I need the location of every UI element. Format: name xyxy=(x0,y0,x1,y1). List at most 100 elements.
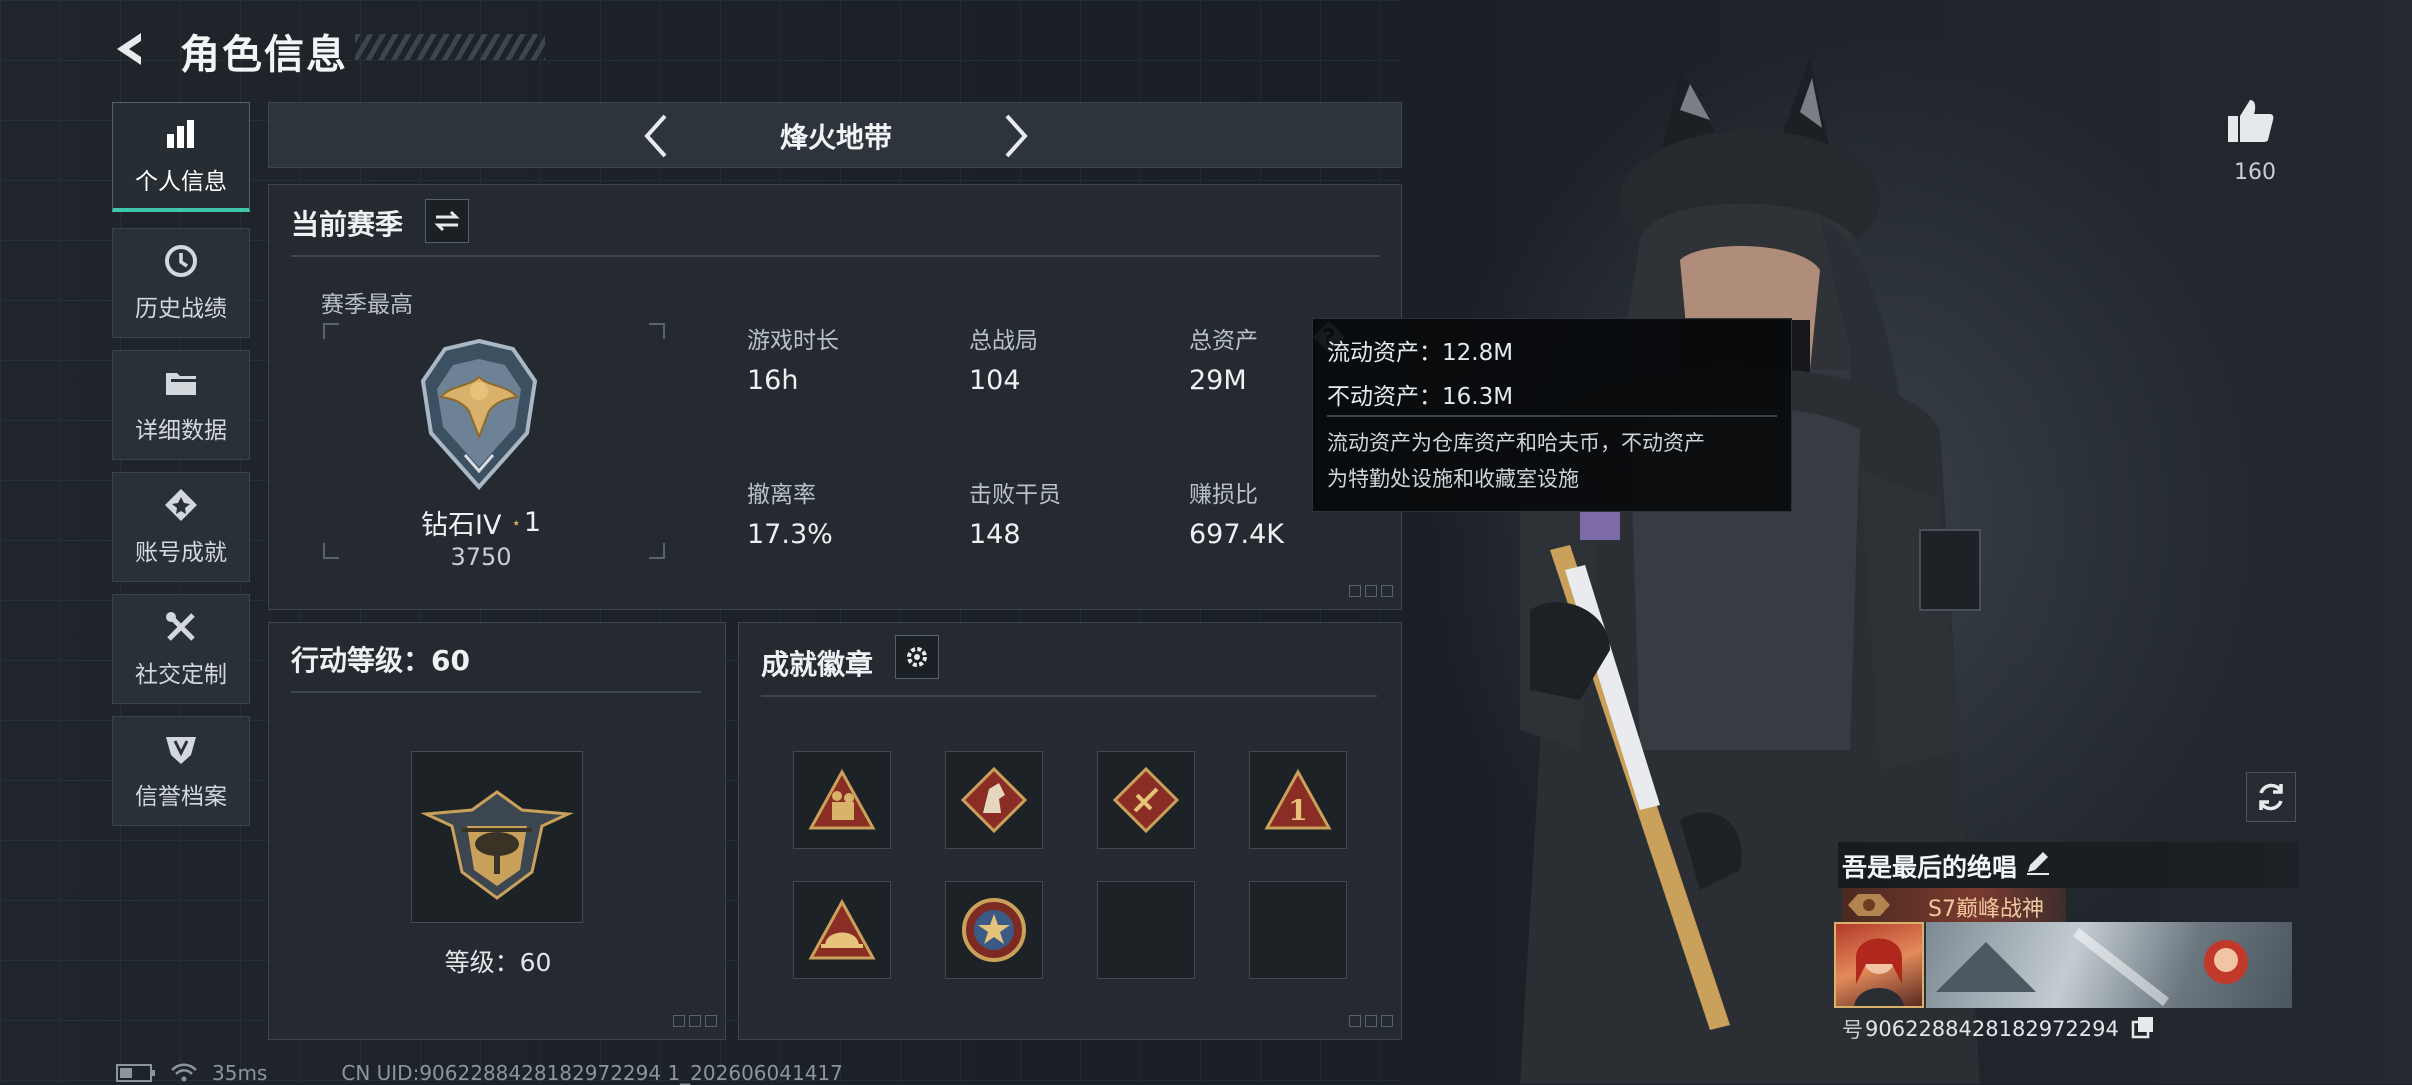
soldiers-badge-icon xyxy=(808,768,876,830)
chevron-left-icon xyxy=(644,114,667,158)
achievement-badge[interactable] xyxy=(793,751,891,849)
achievement-slot-empty[interactable] xyxy=(1097,881,1195,979)
player-name: 吾是最后的绝唱 xyxy=(1842,853,2018,882)
achievement-badge[interactable] xyxy=(1097,751,1195,849)
sidebar-item-label: 信誉档案 xyxy=(135,784,227,810)
stat-label-profit-ratio: 赚损比 xyxy=(1189,482,1258,508)
achievements-panel: 成就徽章 1 xyxy=(738,622,1402,1040)
sidebar-item-reputation[interactable]: 信誉档案 xyxy=(112,716,250,826)
page-title: 角色信息 xyxy=(180,32,348,78)
stat-value-extraction-rate: 17.3% xyxy=(747,519,833,550)
refresh-icon xyxy=(2259,783,2283,811)
thumbs-up-icon xyxy=(2228,100,2274,142)
divider xyxy=(761,695,1377,697)
sword-badge-icon xyxy=(1112,766,1180,834)
shield-icon xyxy=(166,737,196,764)
achievements-settings-button[interactable] xyxy=(895,635,939,679)
edit-name-button[interactable] xyxy=(2024,848,2056,880)
divider xyxy=(1327,415,1777,417)
status-bar: 35ms CN UID:9062288428182972294 1_202606… xyxy=(116,1061,843,1085)
helmet-badge-icon xyxy=(808,898,876,960)
rank-name: 钻石IV xyxy=(421,510,502,541)
rotate-button[interactable] xyxy=(2246,772,2296,822)
like-button[interactable] xyxy=(2226,98,2282,154)
sidebar-item-achievements[interactable]: 账号成就 xyxy=(112,472,250,582)
season-prev-button[interactable] xyxy=(631,111,681,161)
rank-points: 3750 xyxy=(450,543,512,571)
stat-value-operators-defeated: 148 xyxy=(969,519,1021,550)
current-season-title: 当前赛季 xyxy=(291,208,404,241)
star-icon xyxy=(513,519,520,526)
bar-chart-icon xyxy=(167,119,194,148)
sidebar-item-label: 历史战绩 xyxy=(135,296,227,322)
chevron-right-icon xyxy=(1005,114,1028,158)
achievement-badge[interactable] xyxy=(793,881,891,979)
sidebar-item-detail-data[interactable]: 详细数据 xyxy=(112,350,250,460)
pencil-icon xyxy=(2027,852,2049,875)
achievement-badge[interactable]: 1 xyxy=(1249,751,1347,849)
divider xyxy=(291,255,1379,257)
stat-value-total-assets: 29M xyxy=(1189,365,1247,396)
achievement-slot-empty[interactable] xyxy=(1249,881,1347,979)
copy-uid-button[interactable] xyxy=(2131,1015,2159,1043)
banner-image xyxy=(1926,922,2292,1008)
clock-icon xyxy=(165,245,197,277)
rank-emblem-icon xyxy=(420,338,538,491)
level-text: 等级：60 xyxy=(444,948,552,977)
season-best-label: 赛季最高 xyxy=(321,292,413,318)
rank-display: 钻石IV 1 xyxy=(421,503,541,542)
achievement-badge[interactable] xyxy=(945,881,1043,979)
stat-value-playtime: 16h xyxy=(747,365,799,396)
folder-icon xyxy=(166,373,196,395)
sidebar-item-label: 账号成就 xyxy=(135,540,227,566)
title-decoration xyxy=(355,34,545,60)
level-badge-frame xyxy=(411,751,583,923)
season-name: 烽火地带 xyxy=(779,121,892,154)
player-name-bar: 吾是最后的绝唱 xyxy=(1838,842,2298,888)
sidebar-item-label: 详细数据 xyxy=(135,418,227,444)
gear-icon xyxy=(907,647,927,667)
switch-button[interactable] xyxy=(425,199,469,243)
stat-label-operators-defeated: 击败干员 xyxy=(969,482,1061,508)
action-level-panel: 行动等级：60 等级：60 xyxy=(268,622,726,1040)
assets-tooltip: 流动资产：12.8M 不动资产：16.3M 流动资产为仓库资产和哈夫币，不动资产… xyxy=(1312,318,1792,512)
rank-stars: 1 xyxy=(523,507,541,538)
battery-icon xyxy=(116,1064,155,1082)
helicopter-badge-icon xyxy=(420,790,574,900)
title-badge-text: S7巅峰战神 xyxy=(1928,897,2044,922)
sidebar-item-label: 社交定制 xyxy=(135,662,227,688)
like-count: 160 xyxy=(2234,160,2276,185)
back-button[interactable] xyxy=(108,26,154,72)
back-arrow-icon xyxy=(117,33,141,65)
season-selector: 烽火地带 xyxy=(268,102,1402,168)
stat-label-extraction-rate: 撤离率 xyxy=(747,482,816,508)
stat-value-total-matches: 104 xyxy=(969,365,1021,396)
stat-label-total-assets: 总资产 xyxy=(1189,328,1258,354)
achievement-badge[interactable] xyxy=(945,751,1043,849)
avatar[interactable] xyxy=(1834,922,1924,1008)
card-banner xyxy=(1834,922,2292,1008)
tooltip-description-line2: 为特勤处设施和收藏室设施 xyxy=(1327,467,1579,491)
stat-value-profit-ratio: 697.4K xyxy=(1189,519,1285,550)
title-emblem-icon xyxy=(1848,894,1890,916)
frame-corner xyxy=(323,323,339,339)
sidebar-item-social[interactable]: 社交定制 xyxy=(112,594,250,704)
sidebar-item-label: 个人信息 xyxy=(135,168,227,195)
uid-row: 号 9062288428182972294 xyxy=(1842,1014,2159,1044)
sidebar-item-personal-info[interactable]: 个人信息 xyxy=(112,102,250,212)
swap-icon xyxy=(434,210,460,232)
ping-value: 35ms xyxy=(212,1061,268,1085)
horse-badge-icon xyxy=(960,766,1028,834)
sidebar-item-history[interactable]: 历史战绩 xyxy=(112,228,250,338)
tooltip-fixed-assets: 不动资产：16.3M xyxy=(1327,384,1514,410)
banner-art-icon xyxy=(1936,928,2248,1006)
uid-prefix: 号 xyxy=(1842,1018,1863,1042)
achievement-icon xyxy=(165,489,197,521)
tooltip-description-line1: 流动资产为仓库资产和哈夫币，不动资产 xyxy=(1327,431,1705,455)
season-next-button[interactable] xyxy=(991,111,1041,161)
frame-corner xyxy=(323,543,339,559)
copy-icon xyxy=(2131,1017,2153,1039)
tools-icon xyxy=(166,612,195,641)
stat-label-total-matches: 总战局 xyxy=(969,328,1038,354)
svg-text:1: 1 xyxy=(1288,794,1307,827)
